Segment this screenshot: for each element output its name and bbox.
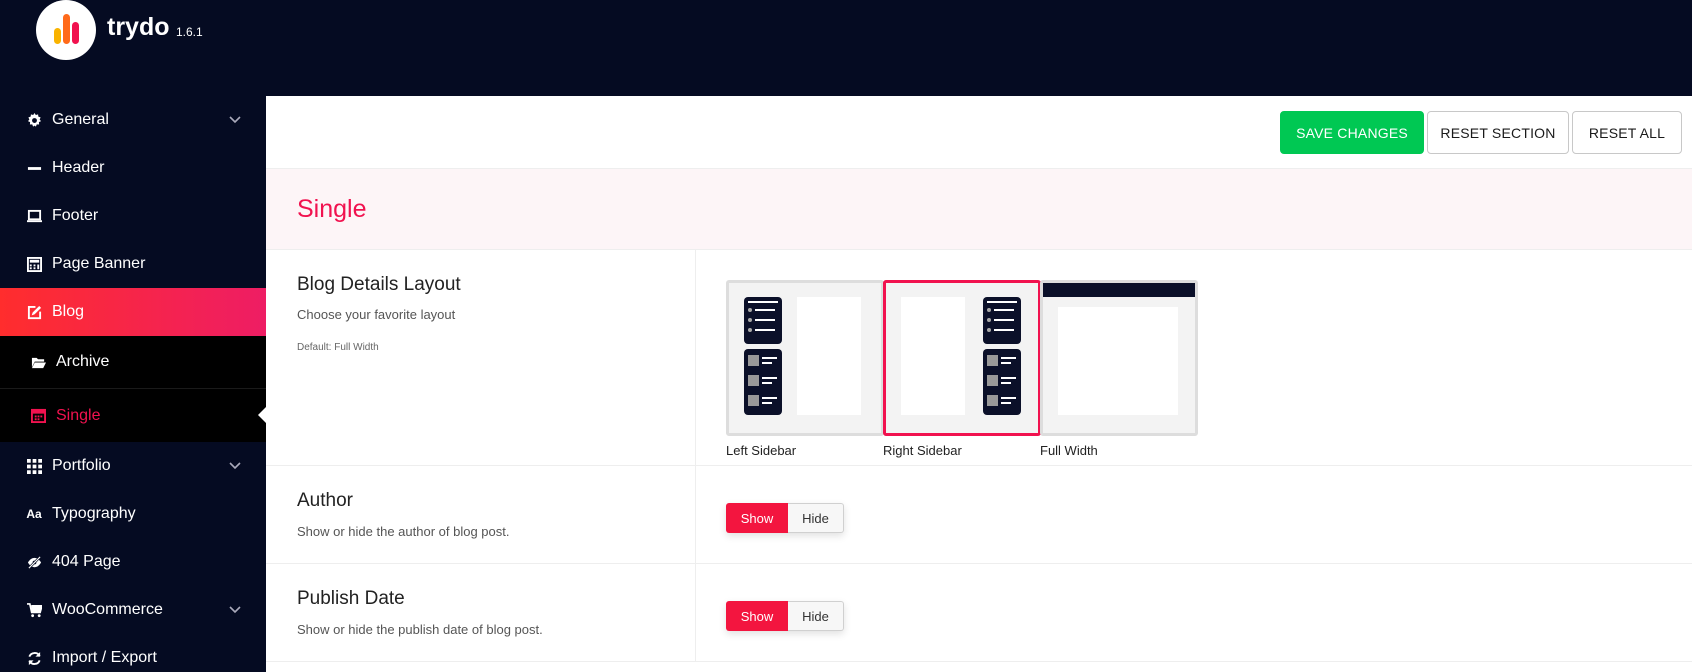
field-description: Show or hide the author of blog post. [297, 524, 510, 539]
sidebar-item-general[interactable]: General [0, 96, 266, 144]
sidebar-subitem-single[interactable]: Single [0, 389, 266, 442]
field-description: Choose your favorite layout [297, 307, 456, 322]
sidebar-item-portfolio[interactable]: Portfolio [0, 442, 266, 490]
sidebar-item-label: WooCommerce [52, 601, 163, 618]
field-title: Publish Date [297, 588, 405, 609]
minus-icon [26, 160, 42, 176]
chevron-down-icon [229, 116, 241, 124]
publish-date-toggle: Show Hide [726, 601, 844, 631]
sidebar-item-page-banner[interactable]: Page Banner [0, 240, 266, 288]
layout-option-full-width[interactable]: Full Width [1040, 280, 1198, 458]
layout-option-label: Right Sidebar [883, 443, 962, 458]
logo [36, 0, 96, 60]
sidebar-subitem-label: Single [56, 406, 101, 424]
sidebar-item-footer[interactable]: Footer [0, 192, 266, 240]
publish-date-show-button[interactable]: Show [726, 601, 788, 631]
layout-option-left-sidebar[interactable]: Left Sidebar [726, 280, 884, 458]
layout-field-row: Blog Details Layout Choose your favorite… [266, 250, 1692, 466]
active-pointer [258, 407, 266, 423]
layout-option-label: Left Sidebar [726, 443, 797, 458]
folder-open-icon [30, 354, 46, 370]
refresh-icon [26, 650, 42, 666]
publish-date-field-row: Publish Date Show or hide the publish da… [266, 564, 1692, 662]
publish-date-hide-button[interactable]: Hide [788, 601, 844, 631]
sidebar-item-label: Footer [52, 207, 99, 224]
section-title: Single [297, 195, 367, 223]
sidebar-item-import-export[interactable]: Import / Export [0, 634, 266, 672]
reset-all-button[interactable]: RESET ALL [1572, 111, 1682, 154]
action-bar: SAVE CHANGES RESET SECTION RESET ALL [266, 96, 1692, 169]
author-hide-button[interactable]: Hide [788, 503, 844, 533]
sidebar-item-label: Blog [52, 303, 85, 320]
author-field-row: Author Show or hide the author of blog p… [266, 466, 1692, 564]
sidebar-item-label: Header [52, 159, 105, 176]
save-changes-button[interactable]: SAVE CHANGES [1280, 111, 1424, 154]
left-sidebar-layout-icon [726, 280, 884, 436]
sidebar-item-label: Typography [52, 505, 136, 522]
sidebar-item-label: Import / Export [52, 649, 157, 666]
version-label: 1.6.1 [176, 25, 203, 39]
chevron-down-icon [229, 462, 241, 470]
field-description: Show or hide the publish date of blog po… [297, 622, 543, 637]
logo-bars-icon [54, 14, 80, 44]
sidebar-item-blog[interactable]: Blog [0, 288, 266, 336]
author-toggle: Show Hide [726, 503, 844, 533]
sidebar-subitem-archive[interactable]: Archive [0, 336, 266, 389]
reset-section-button[interactable]: RESET SECTION [1427, 111, 1569, 154]
brand-name: trydo [107, 13, 170, 41]
sidebar-subitem-label: Archive [56, 353, 110, 370]
field-default-note: Default: Full Width [297, 342, 379, 353]
main-panel: SAVE CHANGES RESET SECTION RESET ALL Sin… [266, 96, 1692, 672]
right-sidebar-layout-icon [883, 280, 1041, 436]
field-title: Author [297, 490, 353, 511]
calendar-icon [30, 408, 46, 424]
eye-slash-icon [26, 554, 42, 570]
layout-option-right-sidebar[interactable]: Right Sidebar [883, 280, 1041, 458]
laptop-icon [26, 208, 42, 224]
chevron-down-icon [229, 606, 241, 614]
sidebar-item-typography[interactable]: Aa Typography [0, 490, 266, 538]
layout-option-label: Full Width [1040, 443, 1098, 458]
cart-icon [26, 602, 42, 618]
full-width-layout-icon [1040, 280, 1198, 436]
font-icon: Aa [26, 507, 42, 521]
sidebar-item-woocommerce[interactable]: WooCommerce [0, 586, 266, 634]
sidebar-item-label: Page Banner [52, 255, 146, 272]
sidebar-item-label: Portfolio [52, 457, 111, 474]
top-bar: trydo 1.6.1 [0, 0, 1692, 96]
sidebar-item-label: General [52, 111, 109, 128]
calculator-icon [26, 256, 42, 272]
section-header: Single [266, 169, 1692, 250]
sidebar: General Header Footer Page Banner Blog A… [0, 96, 266, 672]
edit-icon [26, 304, 42, 320]
sidebar-item-404-page[interactable]: 404 Page [0, 538, 266, 586]
gear-icon [26, 112, 42, 128]
sidebar-item-header[interactable]: Header [0, 144, 266, 192]
grid-icon [26, 458, 42, 474]
field-title: Blog Details Layout [297, 274, 461, 295]
sidebar-item-label: 404 Page [52, 553, 121, 570]
author-show-button[interactable]: Show [726, 503, 788, 533]
